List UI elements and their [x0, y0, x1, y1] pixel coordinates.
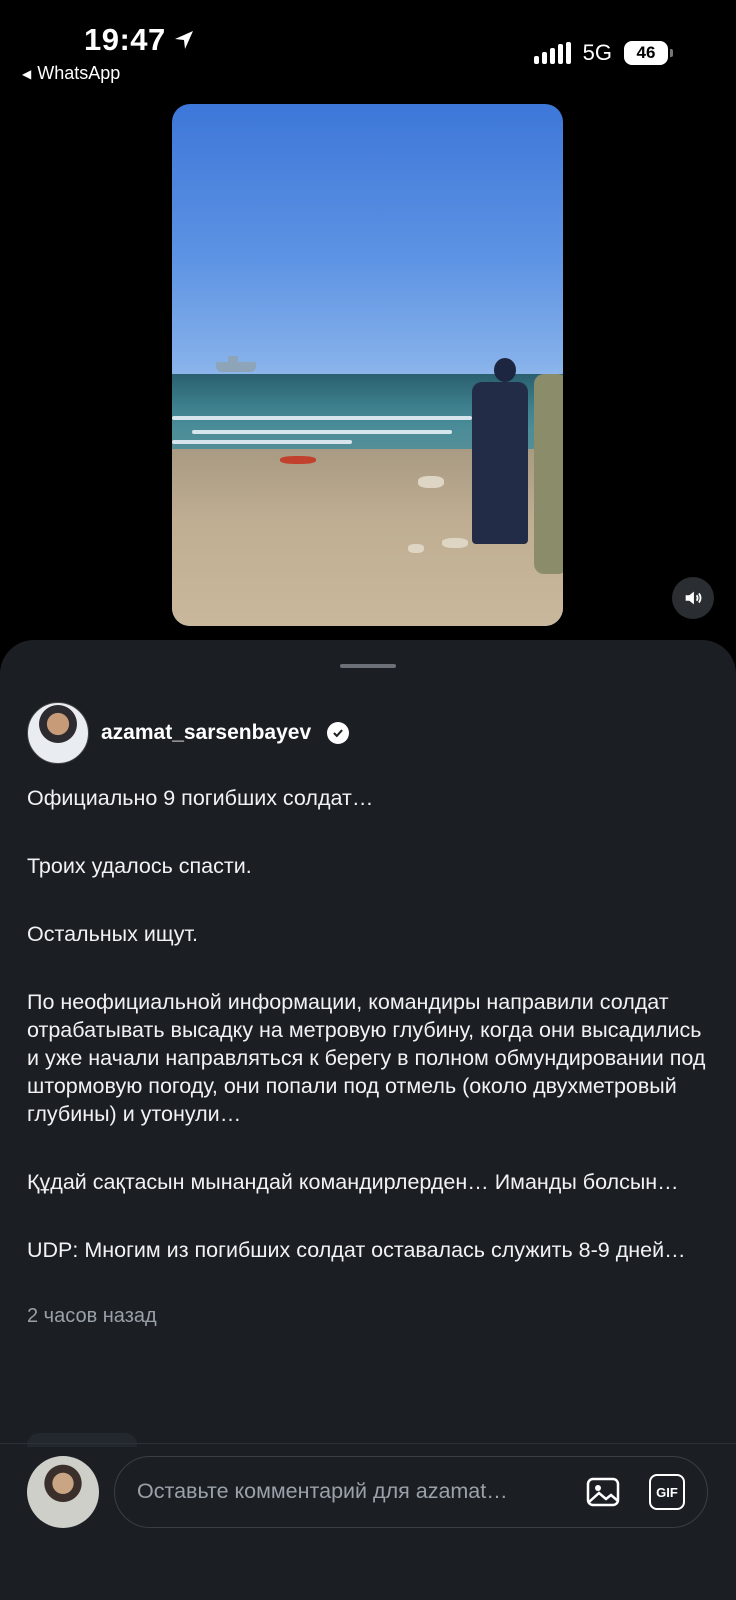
video-rock — [408, 544, 424, 553]
network-label: 5G — [582, 40, 612, 65]
verified-badge-icon — [327, 722, 350, 744]
speaker-icon — [685, 591, 702, 605]
caption-paragraph: Официально 9 погибших солдат… — [27, 786, 374, 810]
gif-button[interactable]: GIF — [649, 1474, 685, 1510]
caption-paragraph: Остальных ищут. — [27, 922, 198, 946]
back-triangle-icon: ◀ — [22, 66, 32, 81]
author-username[interactable]: azamat_sarsenbayev — [101, 721, 311, 745]
location-arrow-icon — [174, 31, 193, 49]
video-soldier — [534, 374, 563, 574]
current-user-avatar[interactable] — [27, 1456, 99, 1528]
comment-placeholder: Оставьте комментарий для azamat… — [137, 1479, 508, 1503]
post-author[interactable]: azamat_sarsenbayev — [27, 702, 350, 764]
sheet-grabber[interactable] — [340, 664, 396, 668]
caption-paragraph: По неофициальной информации, командиры н… — [27, 990, 706, 1126]
video-rock — [442, 538, 468, 548]
video-wave — [192, 430, 452, 434]
video-person — [472, 382, 528, 544]
caption-paragraph: Троих удалось спасти. — [27, 854, 252, 878]
battery-icon: 46 — [624, 41, 673, 65]
video-rock — [418, 476, 444, 488]
back-to-app[interactable]: ◀ WhatsApp — [22, 63, 120, 84]
post-timestamp: 2 часов назад — [27, 1305, 157, 1327]
video-wave — [172, 416, 472, 420]
mute-button[interactable] — [672, 577, 714, 619]
comments-sheet: azamat_sarsenbayev Официально 9 погибших… — [0, 640, 736, 1600]
comment-input[interactable]: Оставьте комментарий для azamat… GIF — [114, 1456, 708, 1528]
video-person-head — [494, 358, 516, 382]
hidden-chip — [27, 1433, 137, 1447]
video-wave — [172, 440, 352, 444]
video-ship — [216, 356, 256, 372]
status-indicators: 5G 46 — [533, 40, 673, 66]
caption-paragraph: Құдай сақтасын мынандай командирлерден… … — [27, 1170, 679, 1194]
image-icon[interactable] — [585, 1474, 621, 1510]
battery-level: 46 — [636, 43, 656, 62]
status-time-text: 19:47 — [84, 22, 166, 57]
back-app-label: WhatsApp — [37, 63, 121, 83]
caption-paragraph: UDP: Многим из погибших солдат оставалас… — [27, 1238, 686, 1262]
divider — [0, 1443, 736, 1444]
author-avatar[interactable] — [27, 702, 89, 764]
signal-icon — [533, 42, 571, 64]
video-object — [280, 456, 316, 464]
status-time: 19:47 — [84, 22, 196, 58]
video-player[interactable] — [172, 104, 563, 626]
post-caption: Официально 9 погибших солдат… Троих удал… — [27, 784, 717, 1330]
